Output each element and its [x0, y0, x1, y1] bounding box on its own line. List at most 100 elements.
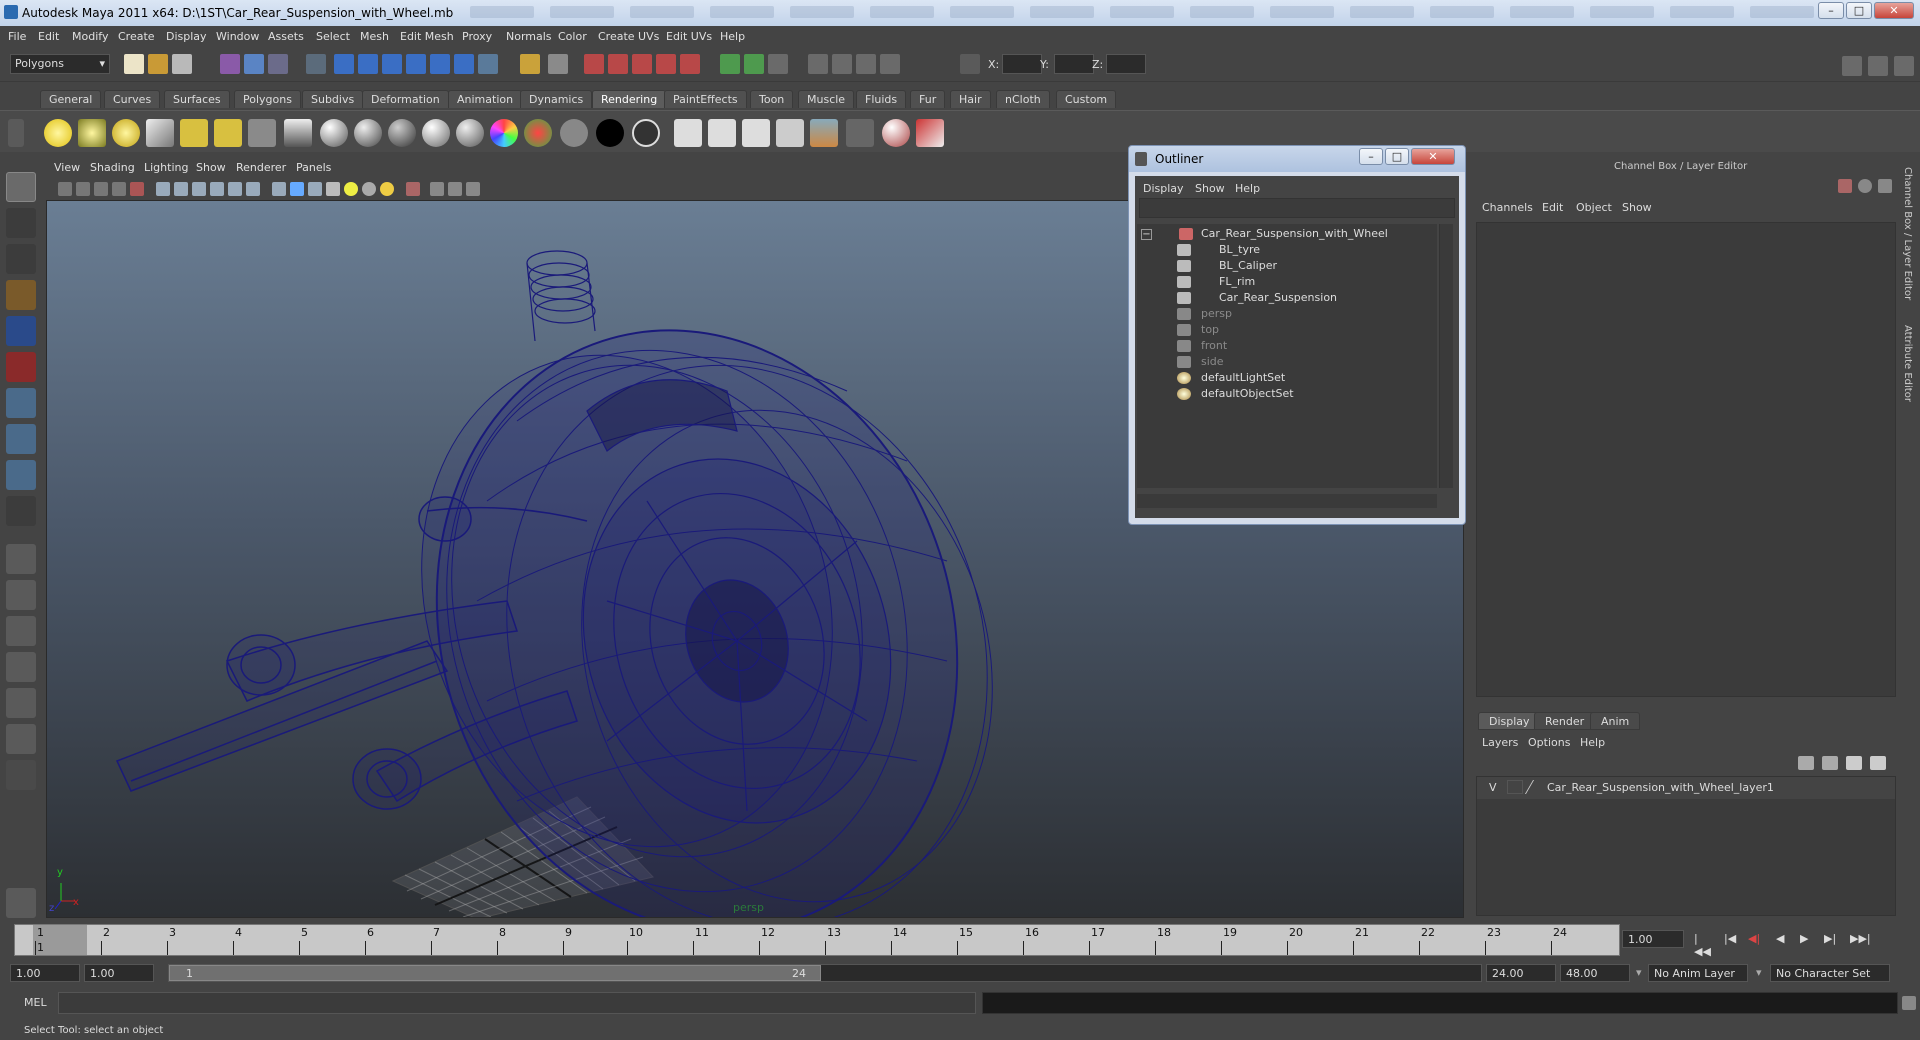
outliner-item-default-light-set[interactable]: defaultLightSet [1201, 371, 1285, 384]
anisotropic-sphere-icon[interactable] [456, 119, 484, 147]
default-light-icon[interactable] [344, 182, 358, 196]
toggle-attribute-editor-icon[interactable] [1842, 56, 1862, 76]
outliner-maximize-button[interactable]: □ [1385, 148, 1409, 165]
z-field[interactable] [1106, 54, 1146, 74]
menu-create-uvs[interactable]: Create UVs [598, 30, 659, 43]
tab-subdivs[interactable]: Subdivs [302, 90, 364, 108]
outliner-vertical-scrollbar[interactable] [1439, 224, 1453, 488]
paint-canvas-icon[interactable] [882, 119, 910, 147]
close-button[interactable]: ✕ [1874, 2, 1914, 19]
gate-mask-icon[interactable] [210, 182, 224, 196]
tab-hair[interactable]: Hair [950, 90, 991, 108]
menu-edit[interactable]: Edit [38, 30, 59, 43]
render-view-icon[interactable] [680, 54, 700, 74]
outliner-item-persp[interactable]: persp [1201, 307, 1232, 320]
menu-edit-mesh[interactable]: Edit Mesh [400, 30, 454, 43]
persp-outliner-layout-icon[interactable] [6, 616, 36, 646]
use-background-icon[interactable] [596, 119, 624, 147]
tab-toon[interactable]: Toon [750, 90, 794, 108]
menu-proxy[interactable]: Proxy [462, 30, 492, 43]
scale-tool-icon[interactable] [6, 352, 36, 382]
outliner-menu-help[interactable]: Help [1235, 182, 1260, 195]
outliner-item-default-object-set[interactable]: defaultObjectSet [1201, 387, 1294, 400]
layer-row[interactable]: V Car_Rear_Suspension_with_Wheel_layer1 [1477, 777, 1895, 799]
image-plane-icon[interactable] [94, 182, 108, 196]
textured-icon[interactable] [326, 182, 340, 196]
xray-components-icon[interactable] [466, 182, 480, 196]
isolate-select-icon[interactable] [406, 182, 420, 196]
tab-muscle[interactable]: Muscle [798, 90, 855, 108]
move-layer-down-icon[interactable] [1822, 756, 1838, 770]
new-layer-selected-icon[interactable] [1870, 756, 1886, 770]
layer-icon[interactable] [880, 54, 900, 74]
outliner-item-fl-rim[interactable]: FL_rim [1219, 275, 1255, 288]
menu-window[interactable]: Window [216, 30, 259, 43]
field-chart-icon[interactable] [228, 182, 242, 196]
camera-icon[interactable] [248, 119, 276, 147]
outliner-close-button[interactable]: ✕ [1411, 148, 1455, 165]
input-ops-icon[interactable] [548, 54, 568, 74]
channels-show-menu[interactable]: Show [1622, 201, 1652, 214]
panel-menu-lighting[interactable]: Lighting [144, 161, 188, 174]
playback-end-field[interactable]: 24.00 [1486, 964, 1556, 982]
range-slider-handle[interactable]: 1 24 [169, 965, 821, 981]
quick-layout-icon[interactable] [6, 888, 36, 918]
playback-start-field[interactable]: 1.00 [84, 964, 154, 982]
channels-object-menu[interactable]: Object [1576, 201, 1612, 214]
outliner-menu-show[interactable]: Show [1195, 182, 1225, 195]
layers-menu[interactable]: Layers [1482, 736, 1518, 749]
outliner-menu-display[interactable]: Display [1143, 182, 1184, 195]
layer-visibility-toggle[interactable]: V [1489, 781, 1497, 794]
bookmark-icon[interactable] [76, 182, 90, 196]
hypershade-icon[interactable] [656, 54, 676, 74]
tab-ncloth[interactable]: nCloth [996, 90, 1050, 108]
wireframe-on-shaded-icon[interactable] [308, 182, 322, 196]
command-input[interactable] [58, 992, 976, 1014]
tab-dynamics[interactable]: Dynamics [520, 90, 593, 108]
x-field[interactable] [1002, 54, 1042, 74]
panel-menu-view[interactable]: View [54, 161, 80, 174]
layers-options-menu[interactable]: Options [1528, 736, 1570, 749]
script-editor-icon[interactable] [768, 54, 788, 74]
menu-create[interactable]: Create [118, 30, 155, 43]
current-time-field[interactable]: 1.00 [1622, 930, 1684, 948]
render-settings-shelf-icon[interactable] [742, 119, 770, 147]
smooth-shade-icon[interactable] [290, 182, 304, 196]
maximize-button[interactable]: □ [1846, 2, 1872, 19]
outliner-item-top[interactable]: top [1201, 323, 1219, 336]
render-frame-icon[interactable] [584, 54, 604, 74]
attribute-icon[interactable] [808, 54, 828, 74]
tab-surfaces[interactable]: Surfaces [164, 90, 230, 108]
render-current-icon[interactable] [674, 119, 702, 147]
channels-menu[interactable]: Channels [1482, 201, 1533, 214]
menu-file[interactable]: File [8, 30, 26, 43]
surface-shader-icon[interactable] [560, 119, 588, 147]
menu-select[interactable]: Select [316, 30, 350, 43]
step-back-key-button[interactable]: |◀ [1724, 932, 1742, 948]
blinn-sphere-icon[interactable] [320, 119, 348, 147]
tab-painteffects[interactable]: PaintEffects [664, 90, 747, 108]
panel-menu-renderer[interactable]: Renderer [236, 161, 286, 174]
move-layer-up-icon[interactable] [1798, 756, 1814, 770]
snap-grid-icon[interactable] [334, 54, 354, 74]
ambient-light-icon[interactable] [44, 119, 72, 147]
outliner-minimize-button[interactable]: – [1359, 148, 1383, 165]
outliner-item-side[interactable]: side [1201, 355, 1224, 368]
outliner-item-front[interactable]: front [1201, 339, 1227, 352]
panel-menu-panels[interactable]: Panels [296, 161, 331, 174]
snap-surface-icon[interactable] [430, 54, 450, 74]
minimize-button[interactable]: – [1818, 2, 1844, 19]
outliner-item-bl-caliper[interactable]: BL_Caliper [1219, 259, 1277, 272]
shading-map-icon[interactable] [632, 119, 660, 147]
y-field[interactable] [1054, 54, 1094, 74]
relative-transform-icon[interactable] [960, 54, 980, 74]
grease-pencil-icon[interactable] [130, 182, 144, 196]
tab-polygons[interactable]: Polygons [234, 90, 301, 108]
step-forward-key-button[interactable]: ▶| [1824, 932, 1842, 948]
layer-tab-display[interactable]: Display [1478, 712, 1541, 730]
toggle-channel-box-icon[interactable] [1894, 56, 1914, 76]
channel-speed-icon[interactable] [1858, 179, 1872, 193]
area-light-icon[interactable] [180, 119, 208, 147]
tab-deformation[interactable]: Deformation [362, 90, 449, 108]
lock-icon[interactable] [520, 54, 540, 74]
